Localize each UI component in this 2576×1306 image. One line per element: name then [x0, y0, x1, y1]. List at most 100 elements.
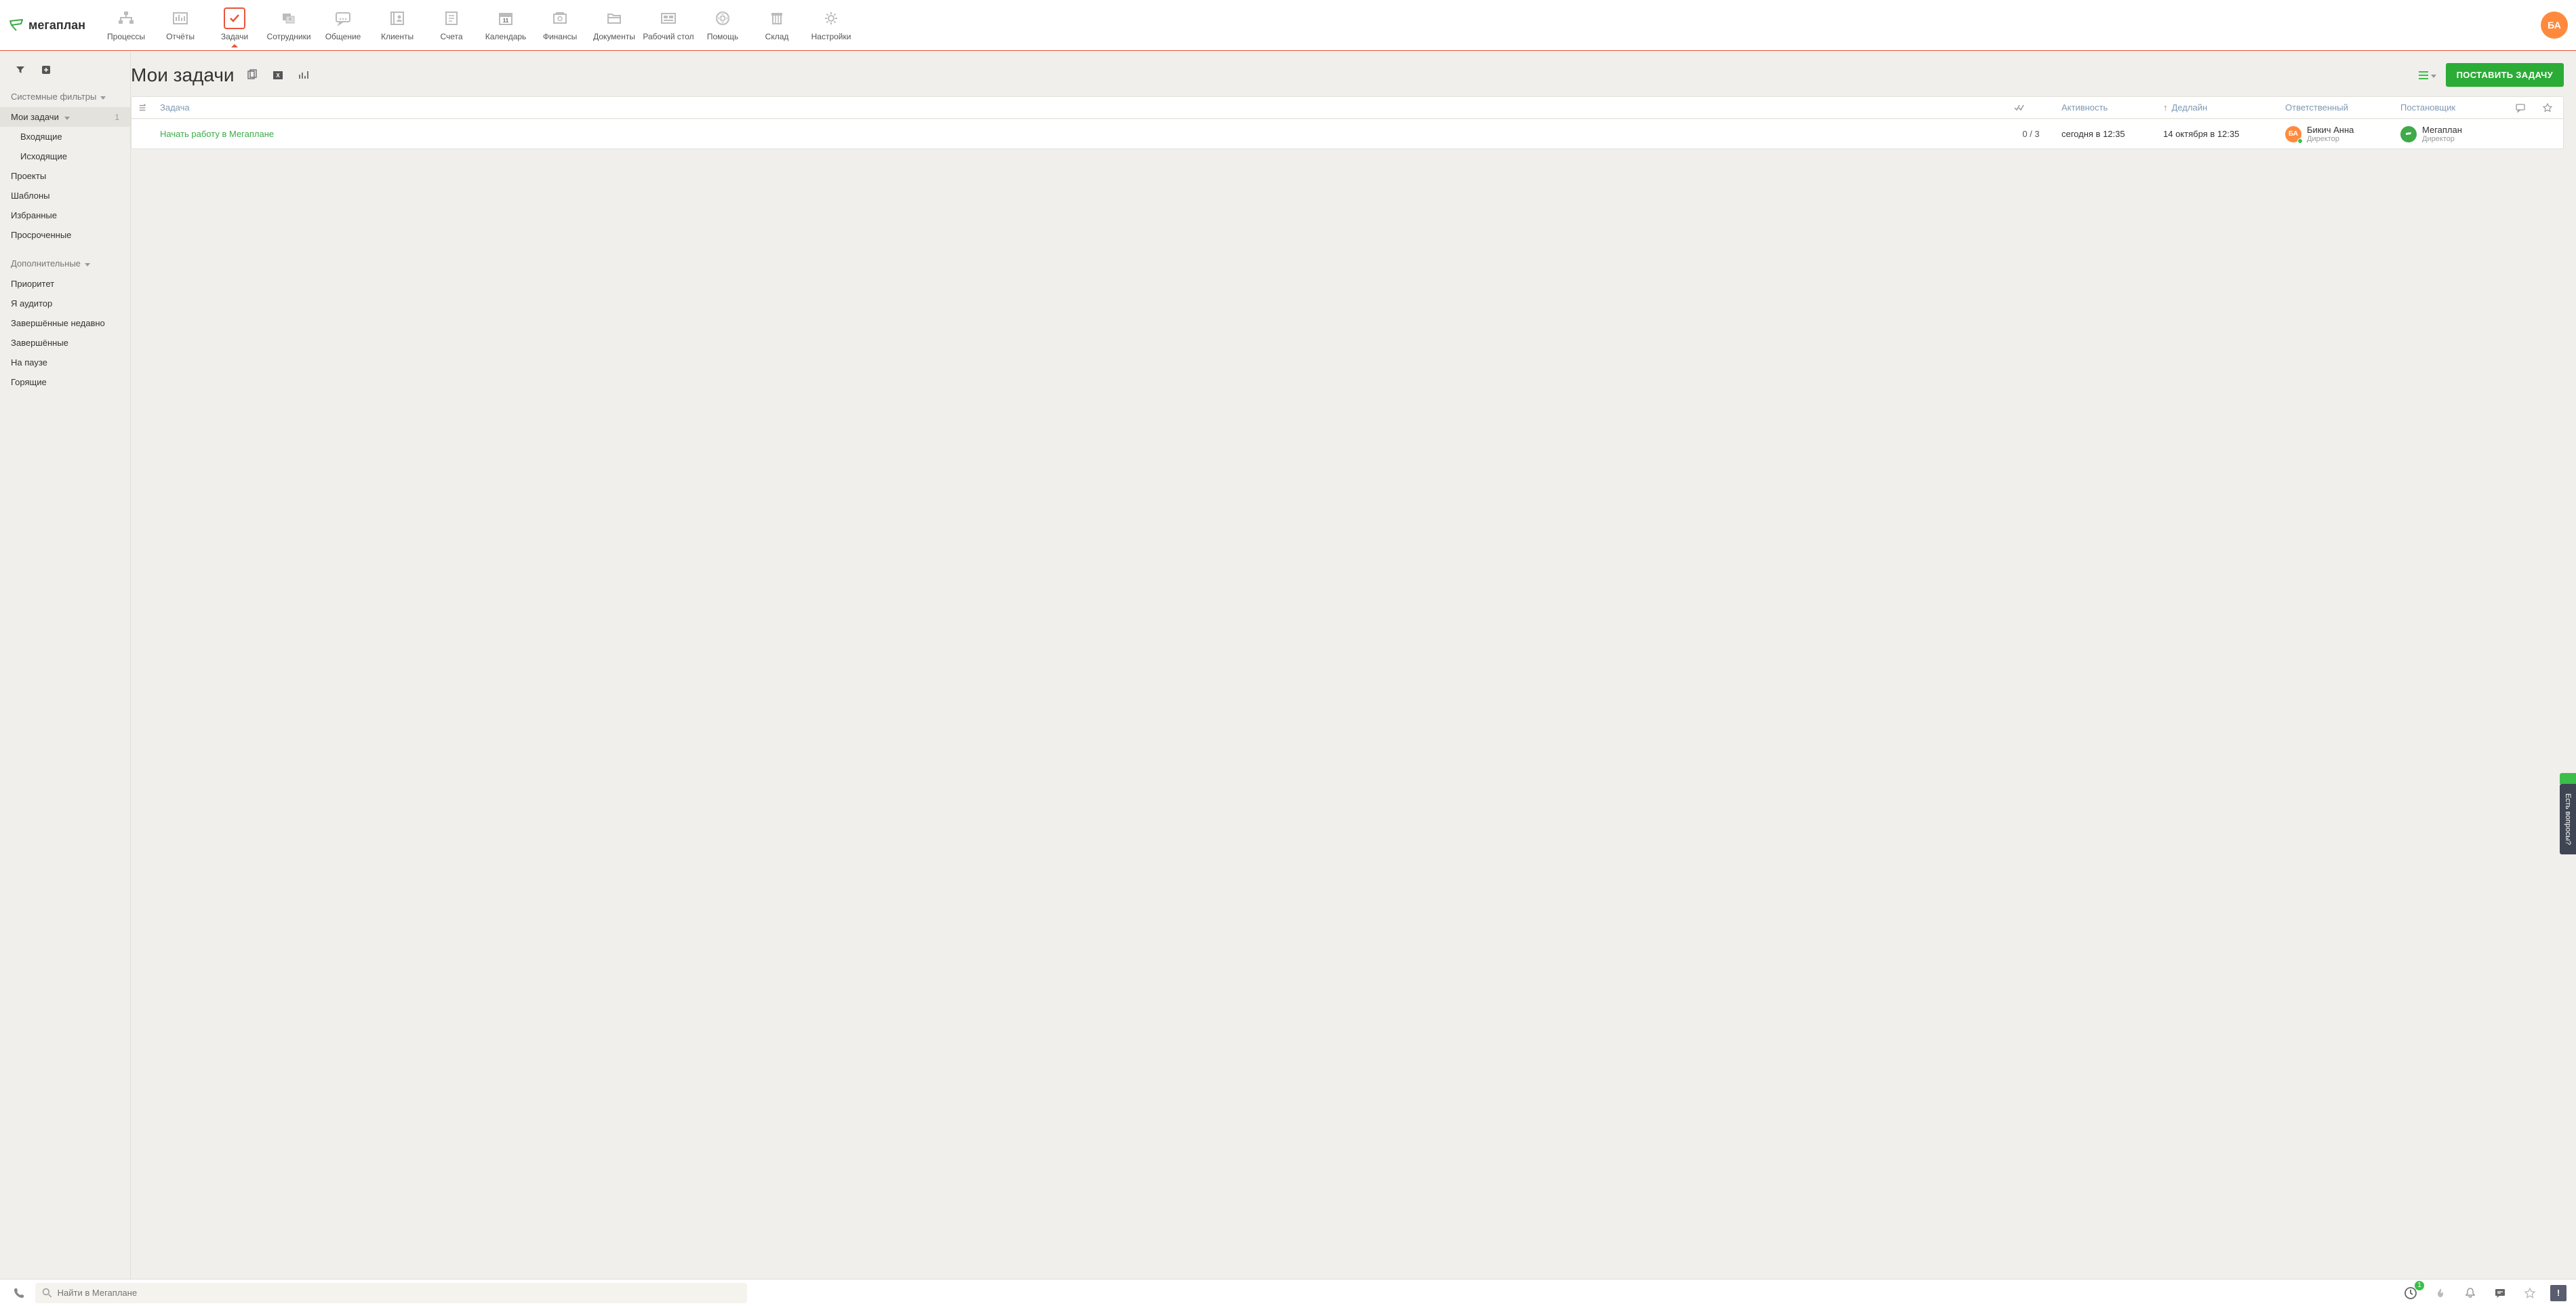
sidebar-item[interactable]: Мои задачи 1 [0, 107, 130, 127]
nav-icon [329, 7, 357, 29]
sidebar-item-label: На паузе [11, 357, 47, 368]
sidebar-group-additional[interactable]: Дополнительные [0, 253, 130, 274]
sidebar-item-label: Приоритет [11, 279, 54, 289]
responsible-user[interactable]: БА Бикич Анна Директор [2285, 125, 2354, 143]
column-task[interactable]: Задача [153, 98, 2007, 117]
column-star-icon[interactable] [2536, 99, 2563, 117]
create-task-button[interactable]: ПОСТАВИТЬ ЗАДАЧУ [2446, 63, 2564, 87]
page-title: Мои задачи [131, 64, 235, 86]
sidebar-item[interactable]: Проекты [0, 166, 130, 186]
nav-item-2[interactable]: Задачи [207, 3, 262, 47]
nav-item-1[interactable]: Отчёты [153, 3, 207, 47]
nav-label: Помощь [707, 32, 738, 41]
sidebar-item[interactable]: Исходящие [0, 146, 130, 166]
nav-label: Процессы [107, 32, 145, 41]
phone-icon[interactable] [9, 1284, 28, 1303]
alert-button[interactable]: ! [2550, 1285, 2567, 1301]
nav-item-8[interactable]: Финансы [533, 3, 587, 47]
nav-icon [113, 7, 140, 29]
help-tab[interactable]: Есть вопросы? [2560, 784, 2576, 854]
nav-item-9[interactable]: Документы [587, 3, 641, 47]
task-activity: сегодня в 12:35 [2055, 125, 2156, 143]
page-header: Мои задачи X ПОСТАВИТЬ ЗАДАЧУ [131, 59, 2564, 96]
excel-icon[interactable]: X [270, 67, 286, 83]
nav-item-7[interactable]: 11Календарь [479, 3, 533, 47]
search-input[interactable] [58, 1288, 740, 1298]
sidebar-group-system[interactable]: Системные фильтры [0, 86, 130, 107]
user-avatar[interactable]: БА [2541, 12, 2568, 39]
online-status-dot [2297, 138, 2303, 144]
assigner-user[interactable]: Мегаплан Директор [2400, 125, 2462, 143]
nav-item-0[interactable]: Процессы [99, 3, 153, 47]
chart-icon[interactable] [296, 67, 312, 83]
nav-item-13[interactable]: Настройки [804, 3, 858, 47]
nav-icon [546, 7, 573, 29]
nav-icon [275, 7, 302, 29]
bottom-bar: 1 ! [0, 1279, 2576, 1306]
nav-icon [438, 7, 465, 29]
responsible-role: Директор [2307, 135, 2354, 143]
add-filter-icon[interactable] [37, 60, 56, 79]
nav-item-10[interactable]: Рабочий стол [641, 3, 696, 47]
logo[interactable]: мегаплан [8, 17, 85, 33]
column-activity[interactable]: Активность [2055, 98, 2156, 117]
sidebar-item-label: Просроченные [11, 230, 71, 240]
sidebar-item[interactable]: Завершённые [0, 333, 130, 353]
nav-label: Склад [765, 32, 789, 41]
column-deadline[interactable]: ↑Дедлайн [2156, 98, 2278, 117]
column-config-icon[interactable] [132, 99, 153, 117]
search-box[interactable] [35, 1283, 747, 1303]
star-icon[interactable] [2520, 1284, 2539, 1303]
clock-icon[interactable]: 1 [2401, 1284, 2420, 1303]
table-row[interactable]: Начать работу в Мегаплане 0 / 3 сегодня … [132, 119, 2563, 149]
column-assigner[interactable]: Постановщик [2394, 98, 2509, 117]
logo-text: мегаплан [28, 18, 85, 33]
filter-icon[interactable] [11, 60, 30, 79]
nav-item-3[interactable]: Сотрудники [262, 3, 316, 47]
nav-item-5[interactable]: Клиенты [370, 3, 424, 47]
sidebar-item-count: 1 [115, 113, 119, 122]
copy-icon[interactable] [244, 67, 260, 83]
sidebar-group-label: Системные фильтры [11, 92, 96, 102]
sidebar-item-label: Шаблоны [11, 191, 50, 201]
nav-label: Сотрудники [267, 32, 311, 41]
svg-text:X: X [276, 73, 280, 79]
svg-text:11: 11 [503, 18, 509, 24]
sidebar-item[interactable]: На паузе [0, 353, 130, 372]
sidebar-item-label: Я аудитор [11, 298, 52, 309]
nav-icon [167, 7, 194, 29]
nav-label: Финансы [543, 32, 577, 41]
nav-item-12[interactable]: Склад [750, 3, 804, 47]
sidebar-item[interactable]: Я аудитор [0, 294, 130, 313]
sidebar-item[interactable]: Просроченные [0, 225, 130, 245]
nav-label: Рабочий стол [643, 32, 693, 41]
column-comment-icon[interactable] [2509, 99, 2536, 117]
nav-item-11[interactable]: Помощь [696, 3, 750, 47]
chevron-down-icon [100, 92, 106, 102]
column-checks-icon[interactable] [2007, 100, 2055, 116]
chat-icon[interactable] [2491, 1284, 2510, 1303]
nav-icon: 11 [492, 7, 519, 29]
sidebar-item[interactable]: Горящие [0, 372, 130, 392]
sidebar-item[interactable]: Шаблоны [0, 186, 130, 205]
nav-item-6[interactable]: Счета [424, 3, 479, 47]
responsible-name: Бикич Анна [2307, 125, 2354, 135]
sidebar-item-label: Избранные [11, 210, 57, 220]
nav-label: Общение [325, 32, 361, 41]
sidebar-item[interactable]: Избранные [0, 205, 130, 225]
sidebar-item[interactable]: Приоритет [0, 274, 130, 294]
top-nav: мегаплан Процессы ОтчётыЗадачи Сотрудники О… [0, 0, 2576, 50]
column-responsible[interactable]: Ответственный [2278, 98, 2394, 117]
bell-icon[interactable] [2461, 1284, 2480, 1303]
sidebar-item-label: Горящие [11, 377, 47, 387]
view-toggle[interactable] [2419, 70, 2436, 80]
task-name[interactable]: Начать работу в Мегаплане [160, 129, 274, 139]
fire-icon[interactable] [2431, 1284, 2450, 1303]
task-deadline: 14 октября в 12:35 [2156, 125, 2278, 143]
sidebar-item-label: Мои задачи [11, 112, 59, 122]
sidebar-item[interactable]: Завершённые недавно [0, 313, 130, 333]
sidebar-group-label: Дополнительные [11, 258, 81, 269]
nav-item-4[interactable]: Общение [316, 3, 370, 47]
table-header: Задача Активность ↑Дедлайн Ответственный… [132, 97, 2563, 119]
sidebar-item[interactable]: Входящие [0, 127, 130, 146]
